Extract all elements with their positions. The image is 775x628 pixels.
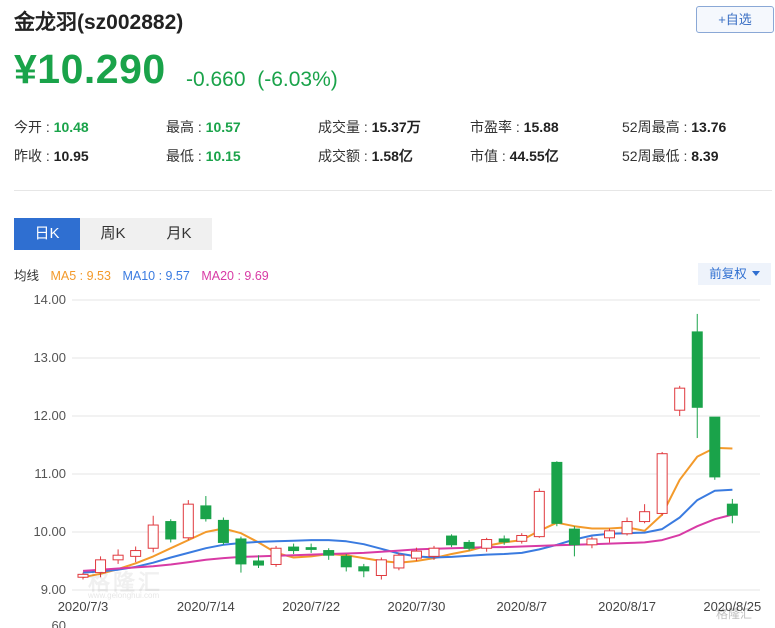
watermark-url: www.gelonghui.com [88, 591, 160, 600]
candle-body [604, 530, 615, 539]
y-tick-label: 10.00 [33, 524, 66, 539]
candle-body [428, 547, 440, 557]
candle-body [375, 559, 387, 577]
y-tick-label: 9.00 [41, 582, 66, 597]
candle-body [621, 521, 633, 535]
candle-body [639, 511, 651, 523]
candle-body [674, 387, 686, 411]
candle-body [393, 554, 405, 569]
candle-body [217, 519, 229, 543]
candle-body [235, 538, 247, 565]
x-tick-label: 2020/7/14 [177, 599, 235, 614]
candle-body [112, 554, 124, 561]
candle-body [147, 524, 159, 549]
candle-body [182, 503, 194, 539]
candle-body [709, 416, 721, 478]
candle-body [340, 555, 352, 568]
candle-body [726, 503, 738, 516]
candle-body [516, 534, 528, 542]
x-tick-label: 2020/7/30 [388, 599, 446, 614]
ma-line-ma5 [82, 446, 733, 579]
candle-body [200, 505, 212, 520]
x-tick-label: 2020/7/22 [282, 599, 340, 614]
x-tick-label: 2020/7/3 [58, 599, 109, 614]
y-tick-label: 14.00 [33, 292, 66, 307]
candle-body [288, 546, 300, 552]
candle-body [481, 539, 493, 549]
y-tick-label: 60 [52, 618, 66, 628]
candle-body [533, 490, 545, 538]
candle-body [305, 547, 317, 550]
y-tick-label: 13.00 [33, 350, 66, 365]
candle-body [130, 550, 142, 557]
candle-body [358, 566, 370, 572]
watermark-badge: 格隆汇 [716, 607, 753, 621]
candle-body [410, 550, 422, 559]
candle-body [253, 560, 264, 566]
candle-body [656, 453, 668, 514]
candle-body [568, 528, 580, 546]
x-tick-label: 2020/8/17 [598, 599, 656, 614]
candle-body [463, 541, 475, 549]
ma-line-ma10 [82, 488, 733, 574]
candle-body [498, 538, 510, 543]
candle-body [551, 461, 563, 524]
candle-body [77, 573, 89, 578]
candlestick-chart: 14.00 13.00 12.00 11.00 10.00 9.00 60 2020/7/3 2… [33, 292, 761, 628]
candle-body [446, 535, 458, 546]
candle-body [323, 550, 335, 556]
candle-body [165, 521, 177, 540]
candle-body [586, 538, 598, 546]
candle-body [691, 331, 703, 408]
y-tick-label: 11.00 [34, 466, 66, 481]
y-tick-label: 12.00 [33, 408, 66, 423]
x-tick-label: 2020/8/7 [496, 599, 547, 614]
candle-body [270, 547, 282, 565]
